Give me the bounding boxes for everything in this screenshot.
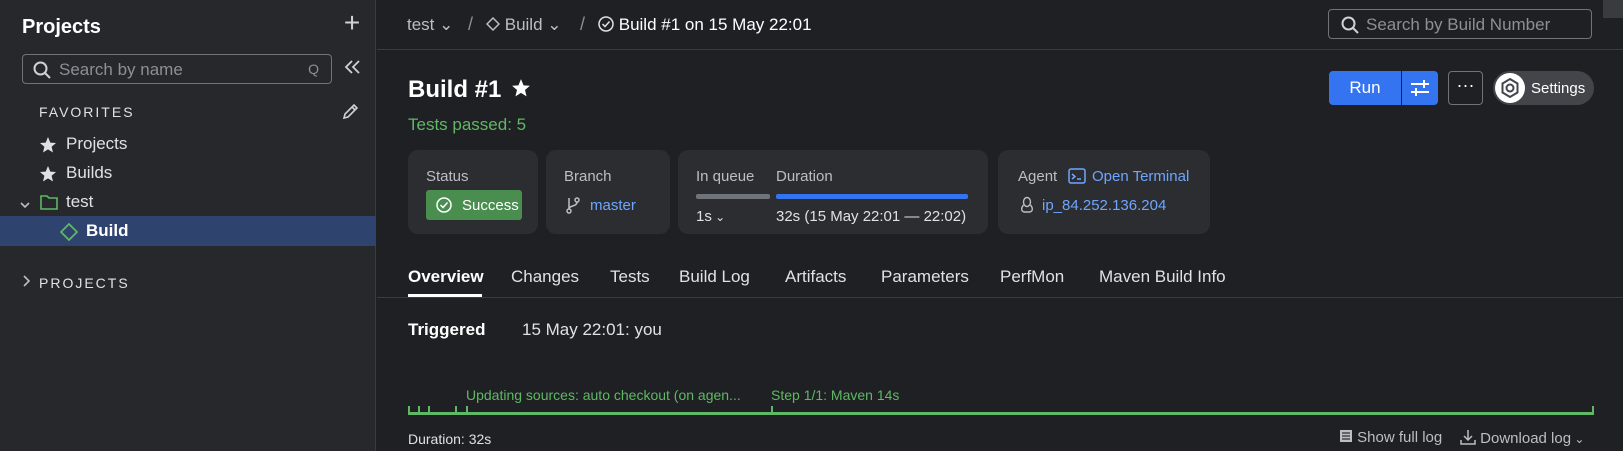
download-log-label: Download log [1480,430,1572,447]
settings-button[interactable]: Settings [1493,71,1594,105]
sidebar-search-placeholder: Search by name [59,60,183,79]
sidebar-item-build[interactable]: Build [0,216,376,246]
breadcrumb-separator: / [468,14,474,34]
status-label: Status [426,168,469,185]
queue-time-dropdown[interactable]: 1s ⌄ [696,208,725,225]
sidebar-title: Projects [22,16,101,38]
star-icon[interactable] [511,78,531,103]
sliders-icon [1402,80,1438,109]
linux-icon [1018,196,1036,219]
search-icon [1341,16,1359,39]
chevron-down-icon[interactable] [19,196,31,216]
duration-label: Duration [776,168,833,185]
star-icon [39,136,57,159]
sidebar-item-label: Build [86,221,129,240]
tabs-divider [377,297,1623,298]
sidebar-item-label: Projects [66,134,128,153]
build-config-icon [59,222,79,246]
build-title: Build #1 [408,76,502,103]
duration-value: 32s (15 May 22:01 — 22:02) [776,208,967,225]
settings-label: Settings [1531,80,1586,97]
branch-label: Branch [564,168,612,185]
tab-tests[interactable]: Tests [610,267,650,287]
log-icon [1339,429,1353,446]
window-corner-icon [1603,0,1623,18]
terminal-icon [1068,167,1086,190]
search-shortcut-hint: Q [308,61,319,77]
tab-maven-build-info[interactable]: Maven Build Info [1099,267,1226,287]
tab-perfmon[interactable]: PerfMon [1000,267,1064,287]
chevron-down-icon: ⌄ [547,15,562,34]
agent-card: Agent Open Terminal ip_84.252.136.204 [998,150,1210,234]
timeline-stage-label[interactable]: Step 1/1: Maven 14s [771,387,899,403]
timing-card: In queue Duration 1s ⌄ 32s (15 May 22:01… [678,150,988,234]
chevron-down-icon: ⌄ [711,210,726,224]
sidebar: Projects + Search by name Q FAVORITES Pr… [0,0,376,451]
breadcrumb-separator: / [580,14,586,34]
breadcrumb-current-build: Build #1 on 15 May 22:01 [598,15,812,35]
triggered-label: Triggered [408,320,486,339]
run-options-button[interactable] [1402,71,1438,105]
agent-label: Agent [1018,168,1058,185]
star-icon [39,165,57,188]
breadcrumb-build-config[interactable]: Build ⌄ [485,15,562,35]
chevron-down-icon: ⌄ [1571,432,1585,446]
build-timeline[interactable] [408,412,1594,415]
open-terminal-link[interactable]: Open Terminal [1092,168,1189,185]
show-full-log-button[interactable]: Show full log [1339,429,1442,446]
build-number-search-input[interactable]: Search by Build Number [1328,9,1592,39]
folder-icon [40,194,58,215]
edit-favorites-button[interactable] [340,102,360,127]
status-card: Status Success [408,150,538,234]
tab-artifacts[interactable]: Artifacts [785,267,846,287]
tab-changes[interactable]: Changes [511,267,579,287]
timeline-stage-label[interactable]: Updating sources: auto checkout (on agen… [466,387,741,403]
breadcrumb-label: Build #1 on 15 May 22:01 [618,15,812,34]
gear-icon [1495,73,1525,103]
breadcrumb-label: test [407,15,435,34]
breadcrumb-label: Build [504,15,543,34]
download-log-button[interactable]: Download log ⌄ [1460,429,1584,447]
add-project-button[interactable]: + [340,9,364,37]
tab-overview[interactable]: Overview [408,267,484,287]
build-search-placeholder: Search by Build Number [1366,15,1551,34]
sidebar-item-favorite-projects[interactable]: Projects [0,129,376,159]
agent-link[interactable]: ip_84.252.136.204 [1042,197,1166,214]
sidebar-item-project-test[interactable]: test [0,187,376,217]
show-full-log-label: Show full log [1357,429,1443,446]
sidebar-item-label: Builds [66,163,113,182]
branch-link[interactable]: master [590,197,636,214]
breadcrumb-project[interactable]: test ⌄ [407,15,453,35]
run-button[interactable]: Run [1329,71,1401,105]
triggered-value: 15 May 22:01: you [522,320,662,339]
status-badge: Success [426,190,522,220]
sidebar-search-input[interactable]: Search by name Q [22,54,332,84]
build-status-text[interactable]: Tests passed: 5 [408,115,526,135]
tab-build-log[interactable]: Build Log [679,267,750,287]
chevron-down-icon: ⌄ [439,15,454,34]
search-icon [33,61,51,84]
branch-icon [564,196,582,219]
projects-section-title[interactable]: PROJECTS [39,275,130,291]
collapse-sidebar-button[interactable] [340,56,364,82]
duration-bar [776,194,968,199]
check-circle-icon [436,197,452,217]
check-circle-icon [598,15,614,34]
pencil-icon [340,103,360,126]
favorites-section-title: FAVORITES [39,104,135,120]
queue-bar [696,194,770,199]
queue-label: In queue [696,168,755,185]
queue-time-value: 1s [696,208,712,225]
chevron-right-icon[interactable] [20,274,32,293]
download-icon [1460,430,1476,447]
tab-parameters[interactable]: Parameters [881,267,969,287]
sidebar-item-favorite-builds[interactable]: Builds [0,158,376,188]
build-config-icon [485,15,501,34]
branch-card: Branch master [546,150,670,234]
build-duration: Duration: 32s [408,431,492,447]
status-value: Success [462,197,519,214]
more-actions-button[interactable]: ··· [1448,71,1483,105]
sidebar-item-label: test [66,192,94,211]
